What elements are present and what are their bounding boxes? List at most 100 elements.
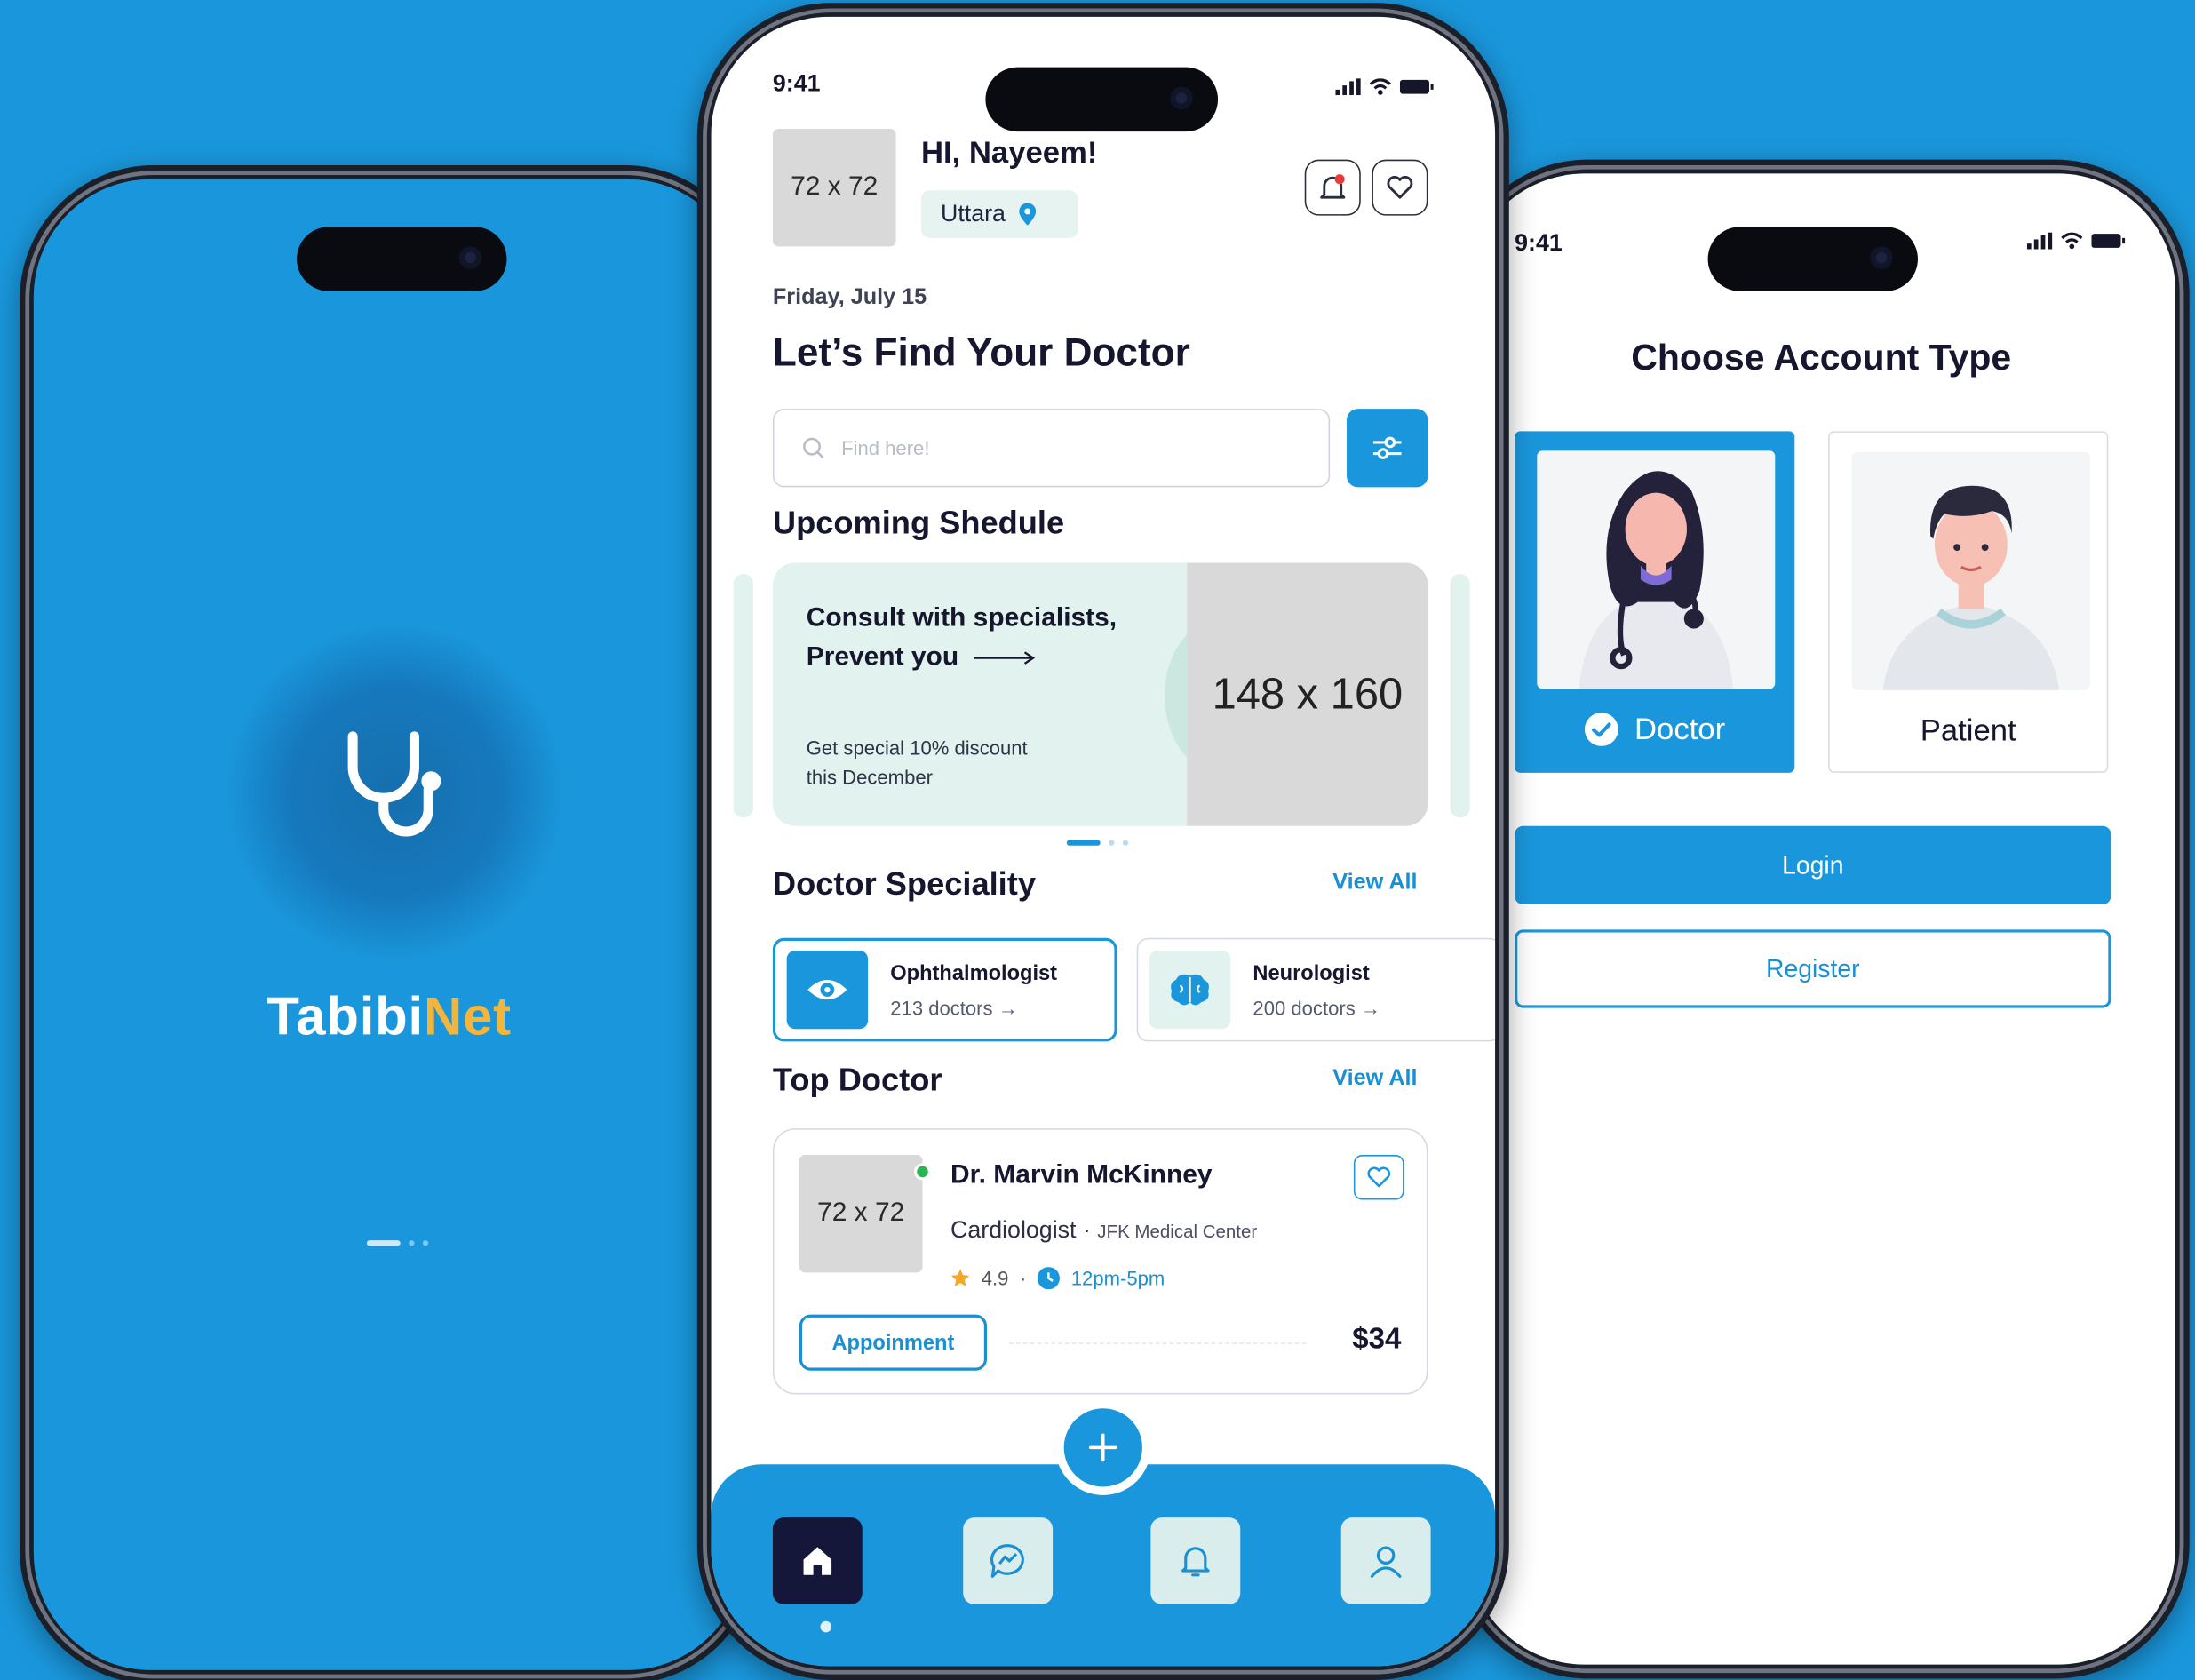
doctor-specialty-text: Cardiologist xyxy=(950,1216,1077,1244)
status-icons xyxy=(2026,232,2126,250)
nav-home[interactable] xyxy=(772,1517,863,1604)
dynamic-island xyxy=(297,227,507,291)
clock-icon xyxy=(1037,1267,1061,1290)
greeting: HI, Nayeem! xyxy=(920,134,1098,170)
doctor-hospital: JFK Medical Center xyxy=(1097,1221,1258,1242)
patient-card[interactable]: Patient xyxy=(1828,431,2109,773)
star-icon xyxy=(950,1269,970,1286)
carousel-prev-peek xyxy=(733,574,753,818)
speciality-name: Ophthalmologist xyxy=(890,960,1058,985)
home-icon xyxy=(803,1547,832,1575)
notification-button[interactable] xyxy=(1304,159,1361,216)
filter-button[interactable] xyxy=(1347,409,1428,488)
promo-card[interactable]: Consult with specialists, Prevent you Ge… xyxy=(772,562,1428,826)
login-button[interactable]: Login xyxy=(1515,825,2111,904)
account-title: Choose Account Type xyxy=(1631,336,2012,378)
wifi-icon xyxy=(2061,232,2083,250)
account-phone: 9:41 Choose Account Type Doctor Patient … xyxy=(1452,159,2190,1679)
location-label: Uttara xyxy=(941,200,1006,227)
home-phone: 9:41 72 x 72 HI, Nayeem! Uttara Friday, … xyxy=(696,3,1509,1680)
add-button[interactable] xyxy=(1063,1408,1142,1487)
doctor-illustration xyxy=(1537,450,1776,689)
promo-title-line1: Consult with specialists, xyxy=(806,603,1117,633)
dynamic-island xyxy=(985,67,1219,132)
search-icon xyxy=(803,437,824,459)
doctor-card[interactable]: 72 x 72 Dr. Marvin McKinney Cardiologist… xyxy=(772,1128,1428,1395)
bell-icon xyxy=(1320,174,1346,199)
doctor-label: Doctor xyxy=(1634,711,1726,746)
speciality-title: Doctor Speciality xyxy=(772,864,1036,902)
battery-icon xyxy=(1399,79,1434,94)
battery-icon xyxy=(2091,234,2126,248)
chat-icon xyxy=(990,1544,1024,1578)
promo-subtitle: Get special 10% discount this December xyxy=(807,734,1101,792)
doctor-rating: 4.9 xyxy=(981,1267,1009,1290)
promo-title-line2-text: Prevent you xyxy=(806,642,959,673)
bell-icon xyxy=(1181,1547,1210,1577)
speciality-count: 213 doctors → xyxy=(890,996,1057,1018)
nav-chat[interactable] xyxy=(963,1517,1054,1604)
user-icon xyxy=(1370,1546,1402,1578)
wifi-icon xyxy=(1369,78,1391,95)
promo-title-line2: Prevent you xyxy=(807,639,1171,678)
arrow-right-icon xyxy=(974,651,1036,665)
speciality-count: 200 doctors → xyxy=(1253,996,1380,1018)
patient-illustration xyxy=(1851,451,2090,690)
nav-profile[interactable] xyxy=(1340,1517,1431,1604)
patient-option: Patient xyxy=(1830,713,2107,749)
heart-icon xyxy=(1387,175,1413,199)
location-pin-icon xyxy=(1019,203,1037,226)
brand-name: TabibiNet xyxy=(34,989,745,1049)
carousel-indicator xyxy=(1066,840,1129,846)
speciality-icon xyxy=(786,950,869,1030)
avatar[interactable]: 72 x 72 xyxy=(772,128,896,247)
date-label: Friday, July 15 xyxy=(772,285,927,310)
top-doctor-title: Top Doctor xyxy=(772,1061,942,1098)
speciality-icon xyxy=(1149,950,1231,1030)
location-chip[interactable]: Uttara xyxy=(920,190,1078,238)
account-screen: 9:41 Choose Account Type Doctor Patient … xyxy=(1467,173,2175,1665)
page-title: Let’s Find Your Doctor xyxy=(772,330,1190,374)
search-input[interactable]: Find here! xyxy=(772,409,1331,488)
active-nav-dot xyxy=(820,1620,832,1633)
check-circle-icon xyxy=(1584,713,1618,746)
doctor-name: Dr. Marvin McKinney xyxy=(950,1160,1213,1190)
speciality-view-all-link[interactable]: View All xyxy=(1332,871,1417,896)
carousel-next-peek xyxy=(1450,574,1470,818)
status-time: 9:41 xyxy=(772,69,821,97)
dynamic-island xyxy=(1707,227,1918,291)
promo-subtitle-line2: this December xyxy=(806,765,933,789)
register-button[interactable]: Register xyxy=(1515,929,2111,1008)
speciality-card-neurologist[interactable]: Neurologist 200 doctors → xyxy=(1136,937,1496,1042)
stethoscope-icon xyxy=(338,728,456,851)
promo-subtitle-line1: Get special 10% discount xyxy=(806,736,1028,760)
favorite-doctor-button[interactable] xyxy=(1353,1155,1404,1200)
doctor-price: $34 xyxy=(1352,1323,1402,1356)
divider xyxy=(1009,1342,1307,1344)
doctor-specialty: Cardiologist · JFK Medical Center xyxy=(950,1216,1258,1244)
search-placeholder: Find here! xyxy=(841,436,930,459)
promo-title: Consult with specialists, Prevent you xyxy=(807,599,1171,677)
doctor-photo: 72 x 72 xyxy=(799,1155,923,1273)
home-screen: 9:41 72 x 72 HI, Nayeem! Uttara Friday, … xyxy=(711,16,1496,1667)
top-doctor-view-all-link[interactable]: View All xyxy=(1332,1067,1417,1092)
favorites-button[interactable] xyxy=(1372,159,1428,216)
arrow-icon: → xyxy=(1360,996,1380,1019)
appointment-button[interactable]: Appoinment xyxy=(799,1314,988,1371)
speciality-count-text: 213 doctors xyxy=(890,996,993,1019)
status-icons xyxy=(1335,78,1434,96)
brand-accent: Net xyxy=(423,988,512,1047)
heart-icon xyxy=(1367,1166,1391,1188)
signal-icon xyxy=(2026,232,2053,250)
speciality-card-ophthalmologist[interactable]: Ophthalmologist 213 doctors → xyxy=(772,937,1117,1042)
splash-screen: TabibiNet xyxy=(33,179,745,1670)
promo-image: 148 x 160 xyxy=(1187,562,1428,826)
doctor-card[interactable]: Doctor xyxy=(1515,431,1795,773)
nav-notifications[interactable] xyxy=(1150,1517,1241,1604)
doctor-option: Doctor xyxy=(1515,712,1794,748)
eye-icon xyxy=(807,980,847,1000)
speciality-count-text: 200 doctors xyxy=(1253,996,1356,1019)
patient-label: Patient xyxy=(1920,713,2016,748)
doctor-hours: 12pm-5pm xyxy=(1070,1267,1165,1290)
plus-icon xyxy=(1088,1433,1117,1462)
